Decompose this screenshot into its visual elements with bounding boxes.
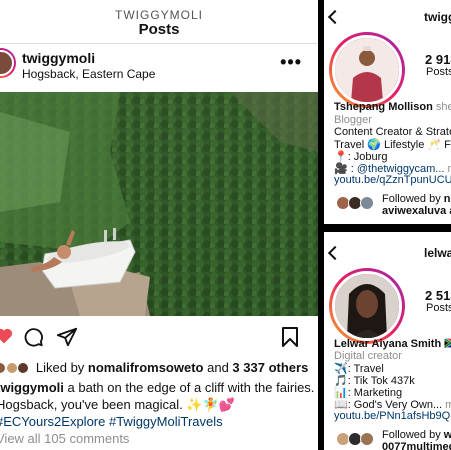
back-arrow-icon[interactable] xyxy=(327,9,343,25)
post-photo[interactable] xyxy=(0,92,318,316)
likes-mid: and xyxy=(203,360,233,375)
followed-by-prefix: Followed by xyxy=(382,193,444,205)
posts-count: 2 913 xyxy=(425,52,451,67)
followed-by-user-1[interactable]: war xyxy=(444,429,451,441)
followed-by-prefix: Followed by xyxy=(382,429,444,441)
comment-icon[interactable] xyxy=(22,326,44,348)
profile-username: lelwar xyxy=(424,246,451,260)
like-icon[interactable] xyxy=(0,326,14,346)
bookmark-icon[interactable] xyxy=(281,326,299,348)
profile-name: Tshepang Mollison she/her xyxy=(334,101,451,113)
follower-avatar xyxy=(360,196,374,210)
likes-summary[interactable]: Liked by nomalifromsoweto and 3 337 othe… xyxy=(0,360,308,375)
profile-category: Digital creator xyxy=(334,350,402,362)
liker-avatar xyxy=(17,362,30,374)
posts-label: Posts xyxy=(426,302,451,314)
liker-avatar xyxy=(5,362,18,374)
likes-count[interactable]: 3 337 others xyxy=(232,360,308,375)
bio-line-1: Content Creator & Strategist xyxy=(334,126,451,138)
caption-username[interactable]: twiggymoli xyxy=(0,380,64,395)
website-link[interactable]: youtu.be/PNn1afsHb9Q xyxy=(334,410,450,422)
post-location[interactable]: Hogsback, Eastern Cape xyxy=(22,67,155,81)
profile-username: twiggymoli xyxy=(424,10,451,24)
post-caption: twiggymoli a bath on the edge of a cliff… xyxy=(0,379,318,430)
share-icon[interactable] xyxy=(56,326,78,348)
caption-hashtags[interactable]: #ECYours2Explore #TwiggyMoliTravels xyxy=(0,414,223,429)
followed-by-text: Followed by nomaviwexaluva and xyxy=(382,193,451,217)
post-username[interactable]: twiggymoli xyxy=(22,50,95,66)
profile-category: Blogger xyxy=(334,114,372,126)
profile-avatar[interactable] xyxy=(329,268,405,344)
followed-by-user-2[interactable]: aviwexaluva and xyxy=(382,205,451,217)
likes-prefix: Liked by xyxy=(35,360,88,375)
back-arrow-icon[interactable] xyxy=(327,245,343,261)
post-screen: TWIGGYMOLI Posts twiggymoli Hogsback, Ea… xyxy=(0,0,318,450)
followed-by-text: Followed by war0077multimedia xyxy=(382,429,451,450)
more-options-icon[interactable]: ••• xyxy=(280,52,302,73)
posts-label: Posts xyxy=(426,66,451,78)
profile-pronouns: she/her xyxy=(435,101,451,113)
followed-by-user-1[interactable]: nom xyxy=(444,193,451,205)
profile-screen-twiggymoli: twiggymoli 2 913 Posts Tshepang Mollison… xyxy=(324,0,451,224)
posts-count: 2 513 xyxy=(425,288,451,303)
profile-name: Lelwar Aiyana Smith 🇿🇦 xyxy=(334,338,451,350)
header-username: TWIGGYMOLI xyxy=(115,8,203,22)
likes-user[interactable]: nomalifromsoweto xyxy=(88,360,204,375)
page-title: Posts xyxy=(138,21,180,38)
header-divider xyxy=(0,43,318,44)
profile-screen-lelwar: lelwar 2 513 Posts Lelwar Aiyana Smith 🇿… xyxy=(324,232,451,450)
profile-avatar[interactable] xyxy=(329,32,405,108)
view-comments-link[interactable]: View all 105 comments xyxy=(0,431,129,446)
followed-by-user-2[interactable]: 0077multimedia xyxy=(382,441,451,450)
profile-full-name: Tshepang Mollison xyxy=(334,101,433,113)
follower-avatar xyxy=(360,432,374,446)
post-avatar[interactable] xyxy=(0,48,16,78)
website-link[interactable]: youtu.be/qZznTpunUCU xyxy=(334,174,451,186)
